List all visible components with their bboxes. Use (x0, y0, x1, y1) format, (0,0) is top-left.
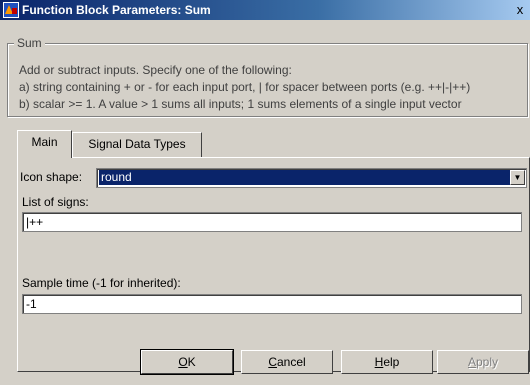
cancel-mnemonic: C (268, 355, 277, 369)
tab-main[interactable]: Main (17, 130, 72, 158)
window-title: Function Block Parameters: Sum (22, 3, 211, 17)
list-of-signs-input[interactable] (22, 212, 522, 232)
cancel-label: ancel (276, 355, 306, 369)
tab-signal-data-types[interactable]: Signal Data Types (72, 132, 202, 157)
dialog-window: Function Block Parameters: Sum x Sum Add… (0, 0, 530, 385)
title-bar[interactable]: Function Block Parameters: Sum (0, 0, 530, 20)
description-line: Add or subtract inputs. Specify one of t… (19, 63, 292, 77)
ok-mnemonic: O (178, 355, 188, 369)
cancel-button[interactable]: Cancel (241, 350, 333, 374)
group-legend: Sum (14, 36, 45, 50)
tab-panel (17, 157, 530, 372)
description-line: b) scalar >= 1. A value > 1 sums all inp… (19, 97, 462, 111)
apply-button[interactable]: Apply (437, 350, 529, 374)
sample-time-input[interactable] (22, 294, 522, 314)
apply-mnemonic: A (467, 355, 476, 369)
ok-button[interactable]: OK (140, 349, 234, 375)
sample-time-label: Sample time (-1 for inherited): (22, 276, 181, 290)
description-line: a) string containing + or - for each inp… (19, 80, 471, 94)
apply-label: pply (476, 355, 499, 369)
ok-label: K (187, 355, 196, 369)
chevron-down-icon[interactable]: ▼ (510, 170, 525, 185)
help-button[interactable]: Help (341, 350, 433, 374)
icon-shape-value: round (99, 170, 511, 185)
icon-shape-label: Icon shape: (20, 170, 83, 184)
close-button[interactable]: x (510, 0, 530, 20)
simulink-block-icon (3, 2, 19, 18)
list-of-signs-label: List of signs: (22, 195, 89, 209)
icon-shape-select[interactable]: round ▼ (96, 168, 527, 188)
help-label: elp (383, 355, 400, 369)
